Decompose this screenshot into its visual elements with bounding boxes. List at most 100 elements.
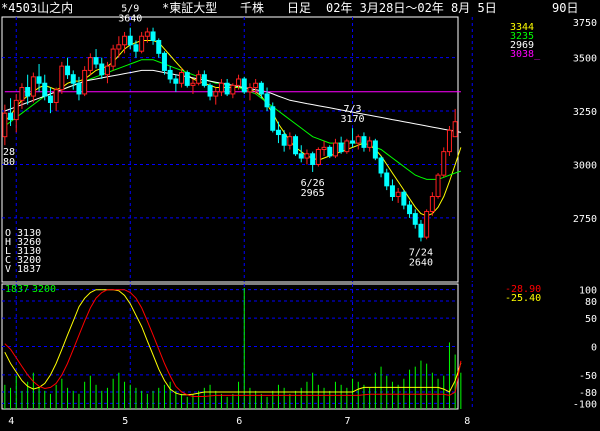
candle-body: [53, 89, 59, 103]
candle-body: [275, 129, 281, 136]
ma-legend-value: 3038_: [510, 49, 541, 60]
candle-body: [213, 91, 219, 97]
candle-body: [36, 76, 42, 84]
osc-value-2: -25.40: [505, 293, 541, 304]
candle-body: [378, 157, 384, 174]
candle-body: [179, 72, 185, 84]
candle-body: [30, 76, 36, 97]
price-tick-label: 3250: [573, 107, 597, 118]
candle-body: [412, 213, 418, 225]
candle-body: [196, 74, 202, 84]
candle-body: [218, 82, 224, 93]
candle-body: [446, 129, 452, 153]
candle-body: [424, 210, 430, 238]
candle-body: [173, 78, 179, 84]
osc-tick-label: 0: [591, 343, 597, 354]
candle-body: [441, 151, 447, 176]
candle-body: [2, 112, 8, 138]
candle-body: [156, 40, 162, 54]
candle-body: [281, 134, 287, 146]
annotation-value: 3640: [118, 14, 142, 25]
candle-body: [104, 65, 110, 76]
osc-tick-label: 100: [579, 286, 597, 297]
candle-body: [207, 84, 213, 97]
candle-body: [355, 136, 361, 144]
candle-body: [47, 95, 53, 103]
candle-body: [59, 65, 65, 91]
candle-body: [293, 136, 299, 155]
candle-body: [201, 74, 207, 86]
candle-body: [99, 63, 105, 76]
candle-body: [350, 140, 356, 144]
candle-body: [82, 69, 88, 95]
month-label: 8: [464, 416, 470, 427]
price-tick-label: 3500: [573, 54, 597, 65]
candle-body: [139, 35, 145, 52]
lower-legend-value: 3200: [32, 284, 56, 295]
ohlcv-v: V 1837: [5, 264, 41, 275]
stock-chart: 375035003250300027504 5 6 7 810080500-50-80-…: [1, 4, 597, 427]
candle-body: [19, 87, 25, 101]
candle-body: [287, 136, 293, 146]
candle-body: [42, 82, 48, 97]
candle-body: [110, 48, 116, 67]
candle-body: [247, 87, 253, 93]
candle-body: [361, 136, 367, 148]
month-label: 4: [8, 416, 14, 427]
price-panel-frame: [1, 16, 459, 283]
candle-body: [144, 31, 150, 37]
candle-body: [332, 142, 338, 157]
candle-body: [13, 99, 19, 121]
candle-body: [230, 84, 236, 95]
candle-body: [429, 196, 435, 212]
candle-body: [310, 153, 316, 165]
candle-body: [65, 65, 71, 76]
candle-body: [270, 106, 276, 131]
price-tick-label: 2750: [573, 214, 597, 225]
candle-body: [367, 140, 373, 148]
candle-body: [401, 191, 407, 206]
candle-body: [127, 35, 133, 46]
candle-body: [435, 174, 441, 198]
annotation-value: 3170: [341, 114, 365, 125]
oscillator-line: [4, 289, 462, 397]
candle-body: [344, 140, 350, 153]
osc-tick-label: -50: [579, 371, 597, 382]
candle-body: [93, 57, 99, 65]
candle-body: [264, 93, 270, 108]
lower-legend-volume: 1837: [5, 284, 29, 295]
candle-body: [184, 72, 190, 86]
candle-body: [25, 87, 31, 97]
osc-tick-label: 80: [585, 297, 597, 308]
candle-body: [327, 146, 333, 157]
osc-tick-label: -100: [573, 399, 597, 410]
candle-body: [87, 57, 93, 71]
candle-body: [241, 78, 247, 93]
candle-body: [167, 69, 173, 80]
candle-body: [304, 153, 310, 159]
candle-body: [395, 191, 401, 198]
candle-body: [76, 82, 82, 95]
month-label: 6: [236, 416, 242, 427]
candle-body: [116, 44, 122, 50]
month-label: 7: [345, 416, 351, 427]
candle-body: [133, 44, 139, 52]
candle-body: [315, 149, 321, 165]
candle-body: [161, 52, 167, 71]
candle-body: [338, 142, 344, 153]
candle-body: [70, 74, 76, 84]
candle-body: [384, 172, 390, 187]
annotation-value: 2640: [409, 257, 433, 268]
candle-body: [258, 82, 264, 95]
candle-body: [236, 78, 242, 86]
annotation-value: 2965: [301, 188, 325, 199]
candle-body: [253, 82, 259, 89]
month-label: 5: [122, 416, 128, 427]
candle-body: [190, 82, 196, 86]
candle-body: [407, 204, 413, 215]
candle-body: [321, 146, 327, 150]
candle-body: [122, 35, 128, 46]
oscillator-line: [4, 289, 462, 396]
candle-body: [452, 121, 458, 138]
left-edge-label: 80: [3, 157, 15, 168]
